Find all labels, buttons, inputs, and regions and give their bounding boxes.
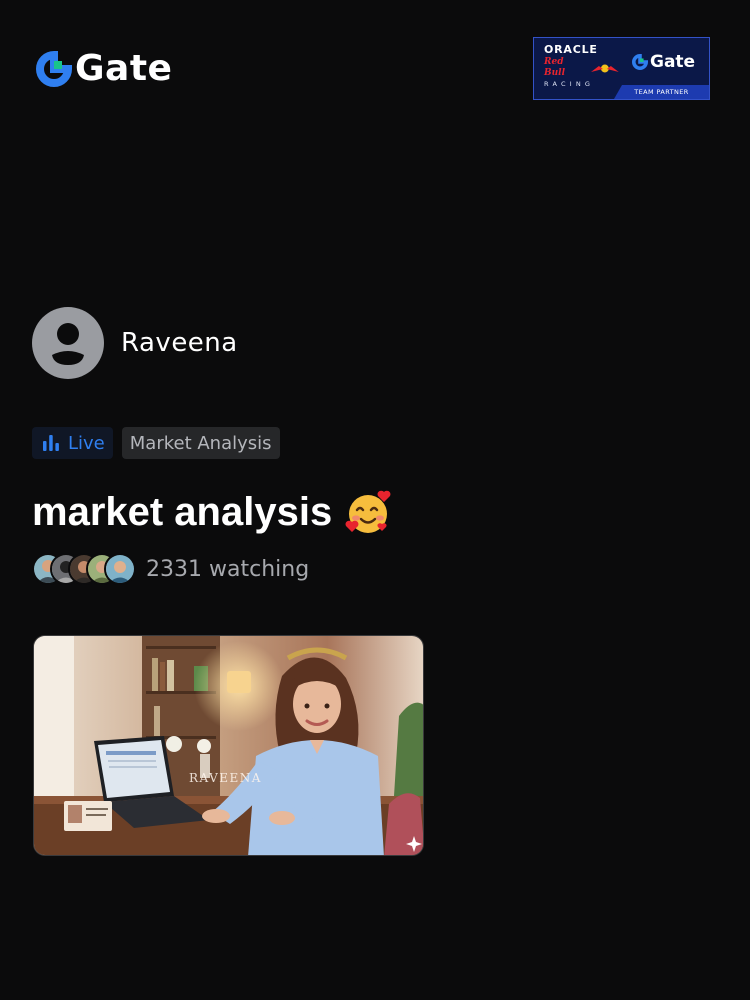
viewer-label: watching xyxy=(209,556,310,582)
viewer-count-text: 2331 watching xyxy=(146,557,309,582)
brand-name: Gate xyxy=(75,48,173,89)
stream-card-page: Gate ORACLE Red Bull RACING Gate TEAM PA… xyxy=(0,0,750,1000)
partner-brand-name: Gate xyxy=(650,52,696,72)
smiling-face-with-hearts-emoji xyxy=(345,490,391,533)
host-name[interactable]: Raveena xyxy=(121,328,238,358)
partner-badge: ORACLE Red Bull RACING Gate TEAM PARTNER xyxy=(533,37,710,100)
thumbnail-watermark: RAVEENA xyxy=(189,771,262,785)
partner-gate-logo: Gate xyxy=(632,52,695,72)
stream-thumbnail[interactable]: RAVEENA xyxy=(33,635,424,856)
live-bars-icon xyxy=(43,435,59,451)
gate-logo[interactable]: Gate xyxy=(36,50,172,88)
bulls-icon xyxy=(591,64,620,72)
stream-title: market analysis xyxy=(32,489,333,534)
host-info[interactable]: Raveena xyxy=(32,307,238,379)
gate-logo-icon xyxy=(36,51,72,87)
stream-tags: Live Market Analysis xyxy=(32,427,280,459)
oracle-redbull-logo: ORACLE Red Bull RACING xyxy=(544,44,620,89)
gate-logo-icon xyxy=(632,54,648,70)
live-label: Live xyxy=(68,432,105,454)
category-tag[interactable]: Market Analysis xyxy=(121,427,280,459)
redbull-wordmark: Red Bull xyxy=(544,57,565,78)
viewer-summary: 2331 watching xyxy=(32,553,309,585)
racing-wordmark: RACING xyxy=(544,80,595,88)
oracle-wordmark: ORACLE xyxy=(544,43,598,56)
viewer-count: 2331 xyxy=(146,556,202,582)
host-avatar[interactable] xyxy=(32,307,104,379)
team-partner-label: TEAM PARTNER xyxy=(614,85,709,99)
viewer-avatar xyxy=(104,553,136,585)
stream-title-row: market analysis xyxy=(32,488,392,536)
live-badge: Live xyxy=(32,427,113,459)
default-user-icon xyxy=(52,323,84,365)
viewer-avatars xyxy=(32,553,136,585)
